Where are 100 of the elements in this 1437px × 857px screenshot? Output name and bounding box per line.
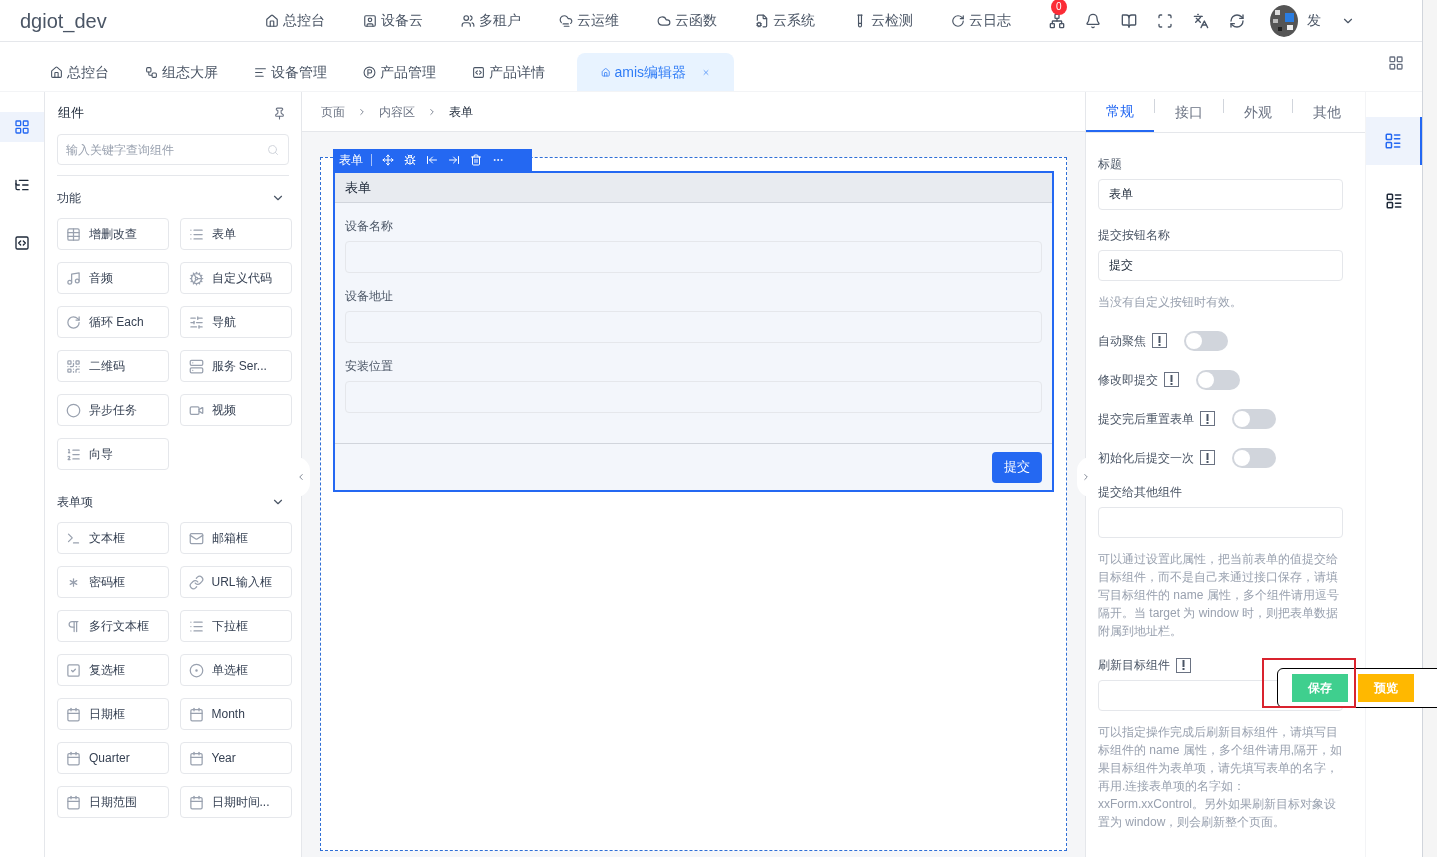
nav-link[interactable]: 总控台 [265, 10, 325, 31]
component-item[interactable]: 单选框 [179, 654, 292, 686]
group-title: 功能 [57, 190, 81, 207]
page-tab[interactable]: 产品管理 [359, 53, 440, 91]
translate-icon[interactable] [1193, 12, 1209, 29]
component-item[interactable]: 循环 Each [57, 306, 169, 338]
outline-tab[interactable] [1366, 117, 1422, 165]
separator-icon [357, 106, 367, 117]
group-title: 表单项 [57, 494, 93, 511]
lines-icon [254, 65, 267, 79]
page-tab[interactable]: 组态大屏 [141, 53, 222, 91]
component-item[interactable]: 增删改查 [57, 218, 169, 250]
submit-button[interactable]: 提交 [992, 451, 1042, 483]
component-item[interactable]: 邮箱框 [179, 522, 292, 554]
breadcrumb-item[interactable]: 表单 [449, 102, 473, 121]
search-field[interactable]: 输入关键字查询组件 [57, 134, 289, 165]
trash-icon[interactable] [470, 154, 482, 166]
nav-link[interactable]: 云系统 [755, 10, 815, 31]
calendar-icon [66, 794, 81, 810]
component-item[interactable]: 多行文本框 [57, 610, 169, 642]
gear-icon [188, 270, 204, 286]
settings-tab[interactable]: 其他 [1293, 92, 1361, 132]
rail-tab[interactable] [0, 112, 44, 142]
nav-link[interactable]: 云检测 [853, 10, 913, 31]
component-item[interactable]: 服务 Ser... [179, 350, 292, 382]
setting-field[interactable]: 表单 [1098, 179, 1343, 210]
component-item[interactable]: Month [179, 698, 292, 730]
breadcrumb-item[interactable]: 页面 [321, 102, 345, 121]
bug-icon[interactable] [404, 154, 416, 166]
users-icon [461, 13, 475, 28]
field-label: 设备名称 [345, 218, 394, 235]
user-card-icon [363, 13, 377, 28]
field-label: 设备地址 [345, 288, 394, 305]
nav-link[interactable]: 设备云 [363, 10, 423, 31]
move-icon[interactable] [382, 154, 394, 166]
fullscreen-icon[interactable] [1157, 12, 1173, 29]
breadcrumb-item[interactable]: 内容区 [379, 102, 415, 121]
component-item[interactable]: 向导 [57, 438, 169, 470]
toggle-switch[interactable] [1232, 408, 1276, 429]
component-item[interactable]: 下拉框 [179, 610, 292, 642]
settings-tab[interactable]: 接口 [1155, 92, 1223, 132]
component-item[interactable]: 日期时间... [179, 786, 292, 818]
pin-icon[interactable] [273, 106, 286, 120]
settings-tab[interactable]: 常规 [1086, 92, 1154, 132]
component-item[interactable]: 异步任务 [57, 394, 169, 426]
page-tab[interactable]: 产品详情 [468, 53, 549, 91]
grid-icon[interactable] [1388, 55, 1404, 71]
info-icon[interactable] [1200, 450, 1215, 465]
calendar-icon [188, 706, 204, 722]
page-tab[interactable]: amis编辑器 [577, 53, 734, 91]
home-icon [50, 65, 63, 79]
component-item[interactable]: 日期框 [57, 698, 169, 730]
component-item[interactable]: 密码框 [57, 566, 169, 598]
cloud-icon [657, 13, 671, 28]
setting-label: 修改即提交 [1098, 371, 1158, 389]
book-icon[interactable] [1121, 12, 1137, 29]
app-logo[interactable]: dgiot_dev [20, 5, 250, 36]
info-icon[interactable] [1164, 372, 1179, 387]
component-item[interactable]: URL输入框 [179, 566, 292, 598]
component-item[interactable]: 音频 [57, 262, 169, 294]
component-item[interactable]: 表单 [179, 218, 292, 250]
info-icon[interactable] [1200, 411, 1215, 426]
toggle-switch[interactable] [1232, 447, 1276, 468]
arrow-left-to-line-icon[interactable] [426, 154, 438, 166]
component-item[interactable]: Quarter [57, 742, 169, 774]
file-gear-icon [755, 13, 769, 28]
bell-icon[interactable] [1085, 12, 1101, 29]
page-tab[interactable]: 总控台 [46, 53, 113, 91]
component-item[interactable]: Year [179, 742, 292, 774]
refresh-icon[interactable] [1229, 12, 1245, 29]
info-icon[interactable] [1176, 657, 1191, 673]
toggle-switch[interactable] [1196, 369, 1240, 390]
notification-badge: 0 [1051, 0, 1067, 15]
nav-link[interactable]: 云日志 [951, 10, 1011, 31]
field-label: 安装位置 [345, 358, 394, 375]
nav-link[interactable]: 云运维 [559, 10, 619, 31]
component-item[interactable]: 复选框 [57, 654, 169, 686]
nav-link[interactable]: 云函数 [657, 10, 717, 31]
calendar-icon [66, 750, 81, 766]
rotate-icon [951, 13, 965, 28]
info-icon[interactable] [1152, 333, 1167, 348]
setting-field[interactable] [1098, 507, 1343, 538]
hint-text: 可以指定操作完成后刷新目标组件，请填写目标组件的 name 属性，多个组件请用,隔开，如果目标组件为表单项，请先填写表单的名字，再用.连接表单项的名字如：xxForm.xxControl。另外如果刷新目标对象设置为 window，则会刷新整个页面。 [1098, 724, 1343, 831]
setting-field[interactable]: 提交 [1098, 250, 1343, 281]
page-tab[interactable]: 设备管理 [250, 53, 331, 91]
circle-icon [66, 402, 81, 418]
component-item[interactable]: 日期范围 [57, 786, 169, 818]
parking-icon [363, 65, 376, 79]
list-icon [188, 226, 204, 242]
nav-link[interactable]: 多租户 [461, 10, 521, 31]
component-item[interactable]: 视频 [179, 394, 292, 426]
component-item[interactable]: 自定义代码 [179, 262, 292, 294]
toggle-switch[interactable] [1184, 330, 1228, 351]
settings-tab[interactable]: 外观 [1224, 92, 1292, 132]
server-icon [188, 358, 204, 374]
user-name[interactable]: 发 [1307, 10, 1321, 31]
component-item[interactable]: 文本框 [57, 522, 169, 554]
component-item[interactable]: 导航 [179, 306, 292, 338]
component-item[interactable]: 二维码 [57, 350, 169, 382]
arrow-right-to-line-icon[interactable] [448, 154, 460, 166]
